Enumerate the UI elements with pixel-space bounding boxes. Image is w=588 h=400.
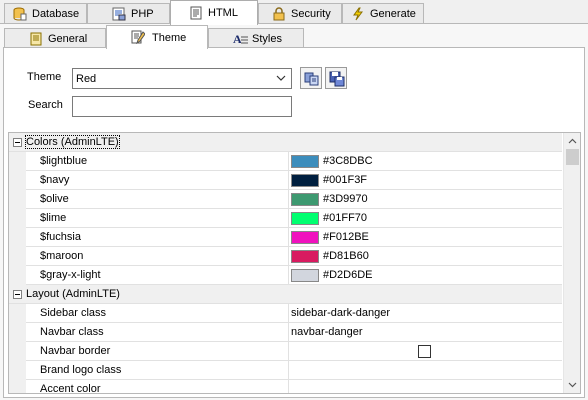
scrollbar-thumb[interactable] [566,149,579,165]
collapse-icon[interactable] [13,290,22,299]
property-name: $navy [40,174,70,186]
theme-icon [131,30,146,45]
property-name: $lime [40,212,67,224]
color-swatch[interactable] [291,231,319,244]
property-value: #3D9970 [323,193,368,205]
property-row[interactable]: Brand logo class [9,361,562,380]
search-label: Search [28,99,63,111]
styles-icon: A [233,32,248,46]
tab-database-label: Database [32,8,80,20]
color-swatch[interactable] [291,212,319,225]
property-name: Navbar border [40,345,111,357]
tab-html[interactable]: HTML [170,0,258,25]
color-swatch[interactable] [291,250,319,263]
lightning-icon [351,7,365,21]
property-name: Sidebar class [40,307,107,319]
color-swatch[interactable] [291,269,319,282]
lock-icon [272,7,286,21]
property-row[interactable]: $navy #001F3F [9,171,562,190]
tab-general-label: General [48,32,88,45]
copy-theme-button[interactable] [300,67,322,89]
database-icon [13,7,27,21]
tab-general[interactable]: General [4,28,106,48]
search-input[interactable] [72,96,292,117]
scroll-up-icon[interactable] [568,137,577,146]
property-value: #3C8DBC [323,155,373,167]
property-value: #D2D6DE [323,269,373,281]
color-swatch[interactable] [291,174,319,187]
page-icon [29,32,43,46]
theme-select-value: Red [76,72,97,85]
property-row[interactable]: $olive #3D9970 [9,190,562,209]
grid-scrollbar[interactable] [563,133,580,393]
html-icon [189,6,203,20]
color-swatch[interactable] [291,193,319,206]
category-label: Layout (AdminLTE) [26,288,120,300]
property-name: $lightblue [40,155,88,167]
svg-text:A: A [233,32,242,46]
property-value[interactable]: sidebar-dark-danger [291,307,390,319]
save-icon [329,71,345,90]
property-name: $fuchsia [40,231,81,243]
tab-generate-label: Generate [370,8,416,20]
property-row[interactable]: $maroon #D81B60 [9,247,562,266]
property-name: $olive [40,193,69,205]
copy-icon [304,71,320,90]
property-name: $maroon [40,250,84,262]
navbar-border-checkbox[interactable] [418,345,431,358]
theme-label: Theme [27,71,62,83]
tab-security-label: Security [291,8,331,20]
tab-security[interactable]: Security [258,3,342,24]
property-row[interactable]: $gray-x-light #D2D6DE [9,266,562,285]
property-value: #F012BE [323,231,369,243]
save-theme-button[interactable] [325,67,347,89]
property-name: Accent color [40,383,101,394]
property-row[interactable]: Accent color [9,380,562,394]
color-swatch[interactable] [291,155,319,168]
property-row[interactable]: $fuchsia #F012BE [9,228,562,247]
property-row[interactable]: Navbar class navbar-danger [9,323,562,342]
theme-select[interactable]: Red [72,68,292,89]
property-value: #01FF70 [323,212,368,224]
property-row[interactable]: Sidebar class sidebar-dark-danger [9,304,562,323]
php-icon [112,7,126,21]
collapse-icon[interactable] [13,138,22,147]
property-row[interactable]: Navbar border [9,342,562,361]
property-name: $gray-x-light [40,269,101,281]
category-colors[interactable]: Colors (AdminLTE) [9,133,562,152]
scroll-down-icon[interactable] [568,380,577,389]
tab-generate[interactable]: Generate [342,3,424,24]
tab-theme[interactable]: Theme [106,25,208,49]
property-value: #001F3F [323,174,368,186]
tab-theme-label: Theme [152,31,187,44]
property-value[interactable]: navbar-danger [291,326,363,338]
main-tab-strip: Database PHP HTML Security Generate [0,0,588,25]
tab-html-label: HTML [208,7,238,19]
category-layout[interactable]: Layout (AdminLTE) [9,285,562,304]
property-value: #D81B60 [323,250,369,262]
property-name: Brand logo class [40,364,122,376]
chevron-down-icon [276,73,286,83]
tab-database[interactable]: Database [4,3,87,24]
property-row[interactable]: $lime #01FF70 [9,209,562,228]
tab-php[interactable]: PHP [87,3,170,24]
property-grid: Colors (AdminLTE) $lightblue #3C8DBC $na… [8,132,581,394]
tab-styles[interactable]: A Styles [208,28,304,48]
tab-php-label: PHP [131,8,154,20]
property-name: Navbar class [40,326,104,338]
category-label: Colors (AdminLTE) [25,135,120,149]
property-row[interactable]: $lightblue #3C8DBC [9,152,562,171]
tab-styles-label: Styles [252,32,282,45]
